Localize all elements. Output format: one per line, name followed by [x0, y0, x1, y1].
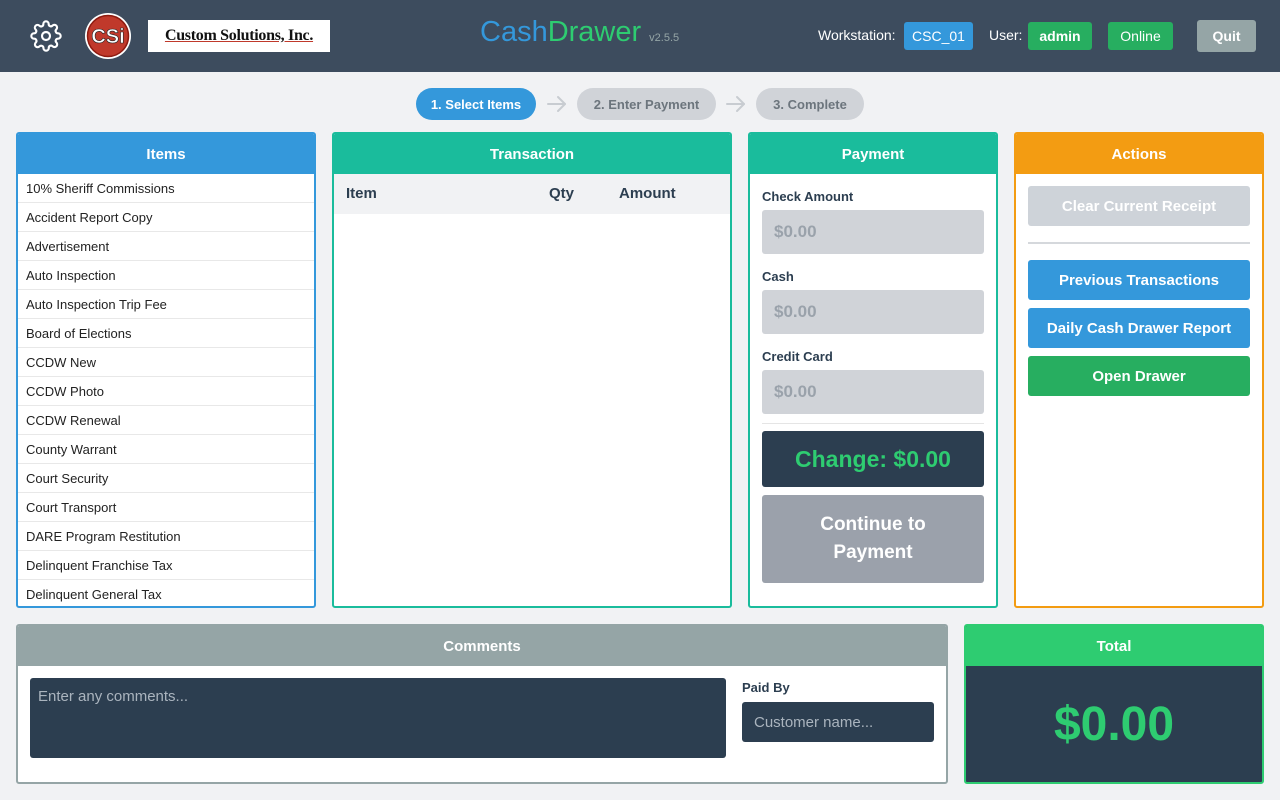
- app-version: v2.5.5: [649, 32, 680, 44]
- status-badge: Online: [1108, 22, 1173, 50]
- credit-card-label: Credit Card: [762, 349, 833, 364]
- csi-logo: CSi: [85, 13, 131, 59]
- list-item[interactable]: DARE Program Restitution: [18, 522, 314, 551]
- user-badge: admin: [1028, 22, 1092, 50]
- transaction-table-body: [334, 214, 730, 606]
- list-item[interactable]: 10% Sheriff Commissions: [18, 174, 314, 203]
- step-select-items: 1. Select Items: [416, 88, 536, 120]
- column-header-amount: Amount: [619, 185, 676, 202]
- previous-transactions-button[interactable]: Previous Transactions: [1028, 260, 1250, 300]
- company-name: Custom Solutions, Inc.: [164, 27, 314, 44]
- app-title: Cash Drawer v2.5.5: [480, 16, 679, 56]
- arrow-right-icon: [547, 96, 566, 112]
- user-label: User:: [989, 27, 1023, 43]
- paid-by-label: Paid By: [742, 680, 790, 695]
- app-title-cash: Cash: [480, 16, 548, 48]
- payment-panel: Payment Check Amount Cash Credit Card Ch…: [748, 132, 998, 608]
- list-item[interactable]: CCDW Renewal: [18, 406, 314, 435]
- gear-icon[interactable]: [30, 20, 62, 52]
- payment-panel-title: Payment: [750, 134, 996, 174]
- list-item[interactable]: Board of Elections: [18, 319, 314, 348]
- list-item[interactable]: Court Transport: [18, 493, 314, 522]
- actions-panel: Actions Clear Current Receipt Previous T…: [1014, 132, 1264, 608]
- total-panel-title: Total: [966, 626, 1262, 666]
- step-complete: 3. Complete: [756, 88, 864, 120]
- credit-card-input[interactable]: [762, 370, 984, 414]
- comments-textarea[interactable]: [30, 678, 726, 758]
- column-header-item: Item: [346, 185, 377, 202]
- cash-input[interactable]: [762, 290, 984, 334]
- list-item[interactable]: CCDW New: [18, 348, 314, 377]
- workstation-label: Workstation:: [818, 27, 896, 43]
- actions-divider: [1028, 242, 1250, 244]
- open-drawer-button[interactable]: Open Drawer: [1028, 356, 1250, 396]
- payment-divider: [762, 423, 984, 424]
- change-display: Change: $0.00: [762, 431, 984, 487]
- app-title-drawer: Drawer: [547, 16, 642, 48]
- step-enter-payment: 2. Enter Payment: [577, 88, 716, 120]
- comments-panel: Comments Paid By: [16, 624, 948, 784]
- list-item[interactable]: Advertisement: [18, 232, 314, 261]
- list-item[interactable]: County Warrant: [18, 435, 314, 464]
- check-amount-input[interactable]: [762, 210, 984, 254]
- company-name-box: Custom Solutions, Inc.: [148, 20, 330, 52]
- transaction-panel: Transaction Item Qty Amount: [332, 132, 732, 608]
- paid-by-input[interactable]: [742, 702, 934, 742]
- list-item[interactable]: Auto Inspection: [18, 261, 314, 290]
- daily-cash-drawer-report-button[interactable]: Daily Cash Drawer Report: [1028, 308, 1250, 348]
- comments-panel-title: Comments: [18, 626, 946, 666]
- list-item[interactable]: Delinquent Franchise Tax: [18, 551, 314, 580]
- workstation-badge: CSC_01: [904, 22, 973, 50]
- items-list[interactable]: 10% Sheriff Commissions Accident Report …: [18, 174, 314, 606]
- list-item[interactable]: CCDW Photo: [18, 377, 314, 406]
- total-value: $0.00: [1053, 697, 1175, 751]
- items-panel-title: Items: [18, 134, 314, 174]
- clear-current-receipt-button[interactable]: Clear Current Receipt: [1028, 186, 1250, 226]
- transaction-panel-title: Transaction: [334, 134, 730, 174]
- column-header-qty: Qty: [549, 185, 575, 202]
- list-item[interactable]: Accident Report Copy: [18, 203, 314, 232]
- list-item[interactable]: Delinquent General Tax: [18, 580, 314, 606]
- logo-text: CSi: [91, 26, 124, 48]
- transaction-table-header: Item Qty Amount: [334, 174, 730, 214]
- quit-button[interactable]: Quit: [1197, 20, 1256, 52]
- list-item[interactable]: Auto Inspection Trip Fee: [18, 290, 314, 319]
- list-item[interactable]: Court Security: [18, 464, 314, 493]
- actions-panel-title: Actions: [1016, 134, 1262, 174]
- cash-label: Cash: [762, 269, 794, 284]
- continue-to-payment-button[interactable]: Continue to Payment: [762, 495, 984, 583]
- check-amount-label: Check Amount: [762, 189, 854, 204]
- items-panel: Items 10% Sheriff Commissions Accident R…: [16, 132, 316, 608]
- arrow-right-icon: [726, 96, 745, 112]
- total-panel: Total $0.00: [964, 624, 1264, 784]
- app-header: CSi Custom Solutions, Inc. Cash Drawer v2…: [0, 0, 1280, 72]
